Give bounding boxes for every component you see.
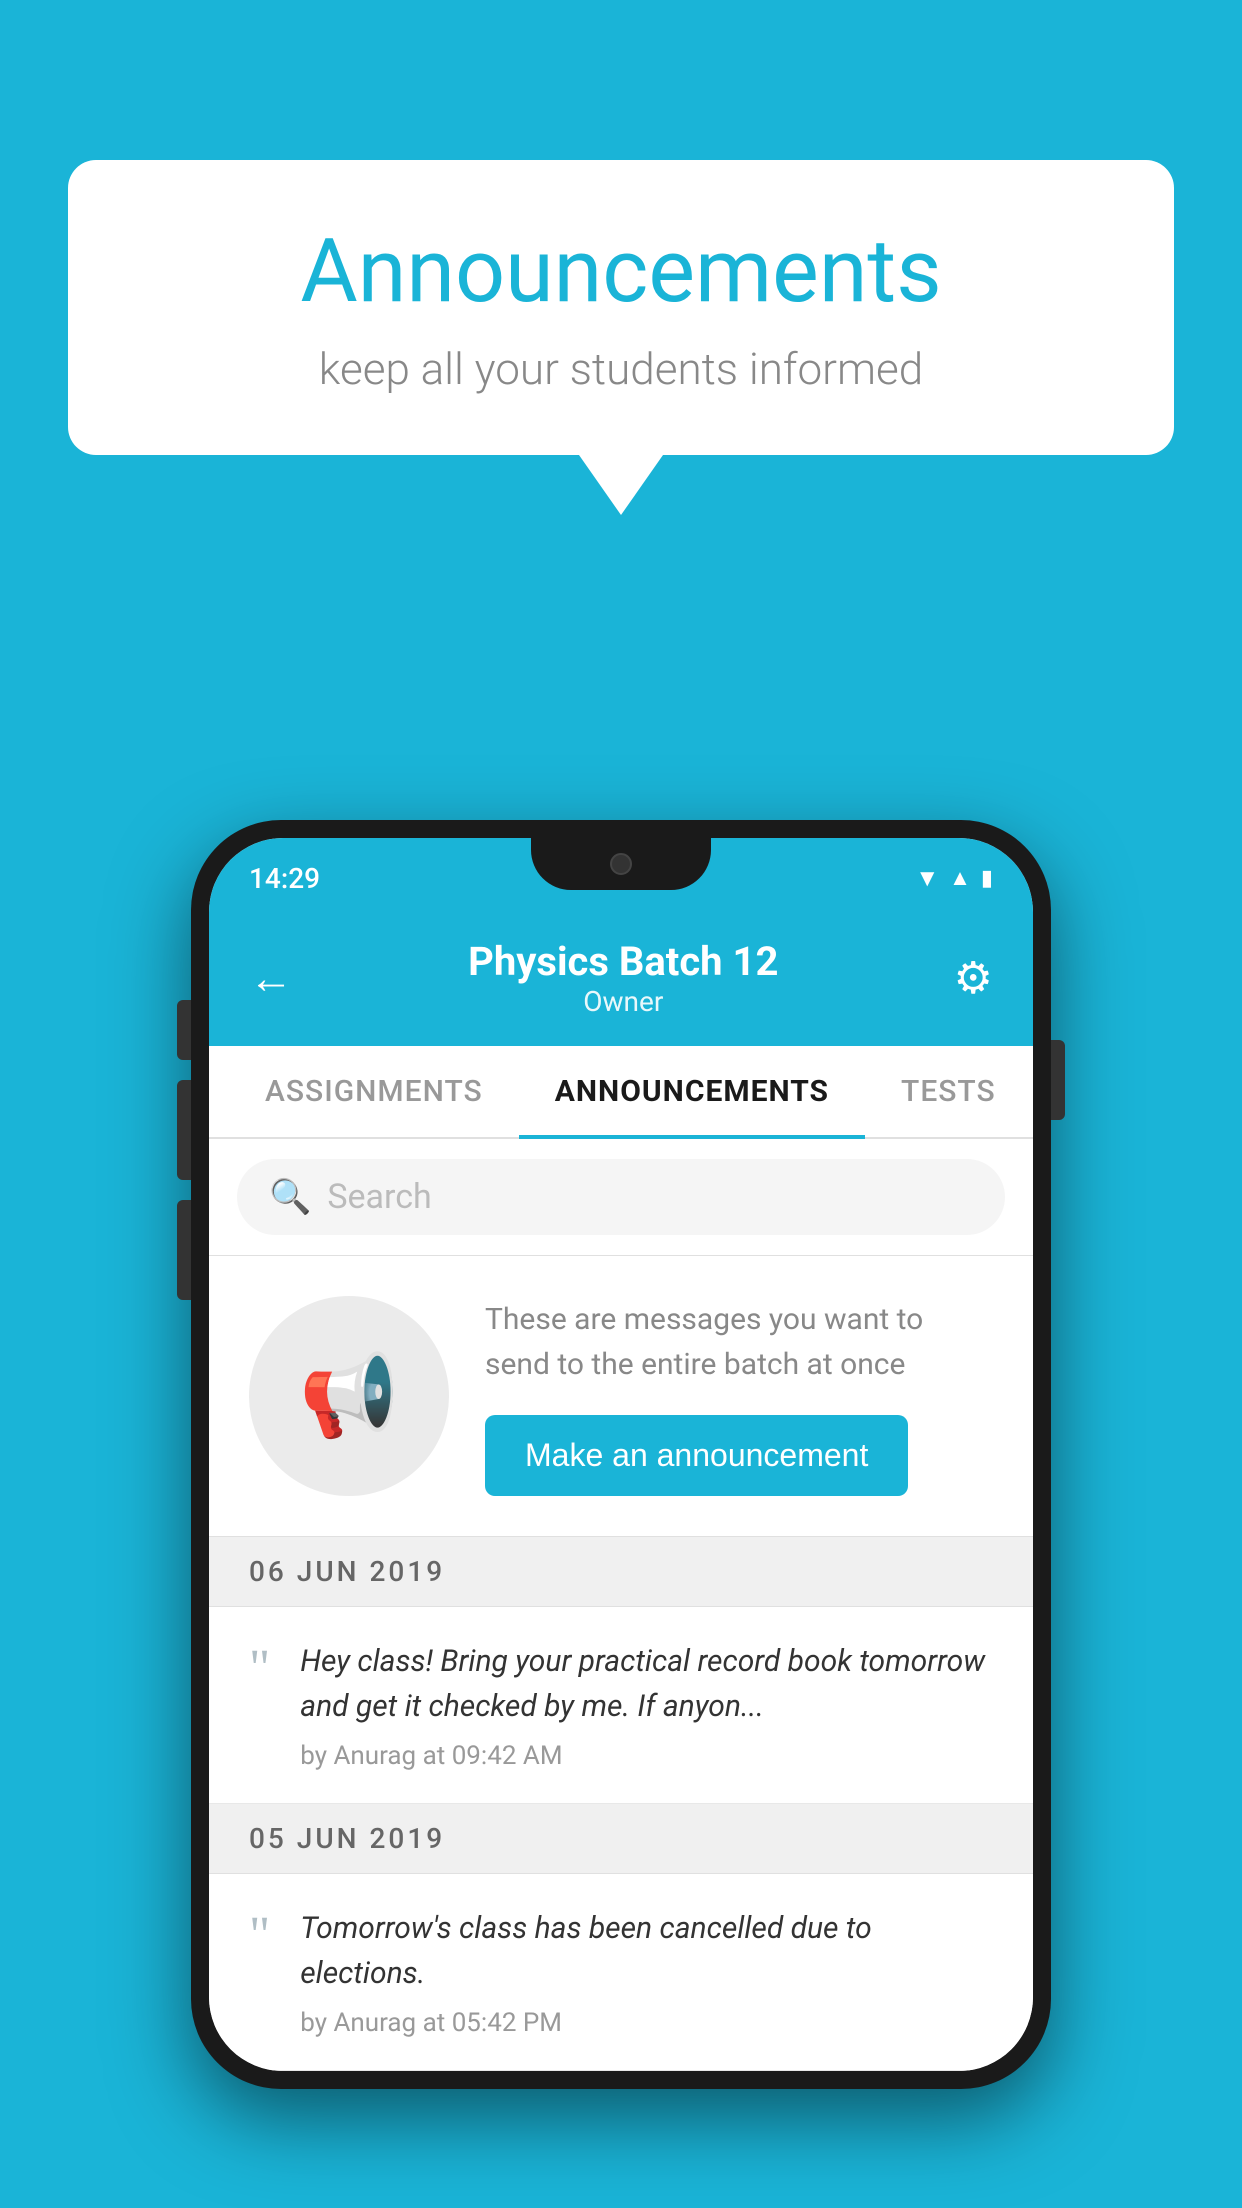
search-icon: 🔍 bbox=[269, 1177, 311, 1217]
tabs-bar: ASSIGNMENTS ANNOUNCEMENTS TESTS bbox=[209, 1046, 1033, 1139]
phone-device: 14:29 ▼ ▲ ▮ ← Physics Batch 12 Owner ⚙ bbox=[191, 820, 1051, 2089]
megaphone-icon: 📢 bbox=[299, 1349, 399, 1443]
tab-announcements[interactable]: ANNOUNCEMENTS bbox=[519, 1046, 865, 1137]
notch bbox=[531, 838, 711, 890]
announcement-content-2: Tomorrow's class has been cancelled due … bbox=[300, 1906, 993, 2038]
power-button bbox=[1051, 1040, 1065, 1120]
phone-screen: 14:29 ▼ ▲ ▮ ← Physics Batch 12 Owner ⚙ bbox=[209, 838, 1033, 2071]
settings-gear-icon[interactable]: ⚙ bbox=[954, 952, 993, 1004]
announcement-meta-2: by Anurag at 05:42 PM bbox=[300, 2008, 993, 2038]
bubble-pointer bbox=[579, 455, 663, 515]
volume-down-button bbox=[177, 1080, 191, 1180]
status-bar: 14:29 ▼ ▲ ▮ bbox=[209, 838, 1033, 918]
signal-icon: ▲ bbox=[949, 865, 971, 891]
search-container: 🔍 Search bbox=[209, 1139, 1033, 1256]
battery-icon: ▮ bbox=[981, 866, 993, 891]
batch-role: Owner bbox=[468, 985, 778, 1018]
date-divider-1: 06 JUN 2019 bbox=[209, 1537, 1033, 1607]
make-announcement-button[interactable]: Make an announcement bbox=[485, 1415, 908, 1496]
wifi-icon: ▼ bbox=[915, 864, 939, 893]
announcement-meta-1: by Anurag at 09:42 AM bbox=[300, 1741, 993, 1771]
promo-block: 📢 These are messages you want to send to… bbox=[209, 1256, 1033, 1537]
app-header: ← Physics Batch 12 Owner ⚙ bbox=[209, 918, 1033, 1046]
quote-icon-2: " bbox=[249, 1910, 270, 1962]
status-icons: ▼ ▲ ▮ bbox=[915, 864, 993, 893]
announcement-text-2: Tomorrow's class has been cancelled due … bbox=[300, 1906, 993, 1996]
megaphone-circle: 📢 bbox=[249, 1296, 449, 1496]
promo-description: These are messages you want to send to t… bbox=[485, 1297, 993, 1387]
tab-assignments[interactable]: ASSIGNMENTS bbox=[229, 1046, 519, 1137]
date-divider-2: 05 JUN 2019 bbox=[209, 1804, 1033, 1874]
search-bar[interactable]: 🔍 Search bbox=[237, 1159, 1005, 1235]
back-button[interactable]: ← bbox=[249, 952, 293, 1004]
search-placeholder: Search bbox=[327, 1177, 431, 1217]
announcement-content-1: Hey class! Bring your practical record b… bbox=[300, 1639, 993, 1771]
announcement-text-1: Hey class! Bring your practical record b… bbox=[300, 1639, 993, 1729]
volume-up-button bbox=[177, 1000, 191, 1060]
announcement-item-1[interactable]: " Hey class! Bring your practical record… bbox=[209, 1607, 1033, 1804]
speech-bubble-section: Announcements keep all your students inf… bbox=[68, 160, 1174, 515]
bubble-subtitle: keep all your students informed bbox=[148, 343, 1094, 395]
tab-tests[interactable]: TESTS bbox=[865, 1046, 1032, 1137]
header-title-block: Physics Batch 12 Owner bbox=[468, 938, 778, 1018]
front-camera bbox=[610, 853, 632, 875]
status-time: 14:29 bbox=[249, 862, 320, 895]
quote-icon-1: " bbox=[249, 1643, 270, 1695]
batch-title: Physics Batch 12 bbox=[468, 938, 778, 985]
announcement-item-2[interactable]: " Tomorrow's class has been cancelled du… bbox=[209, 1874, 1033, 2071]
speech-bubble-card: Announcements keep all your students inf… bbox=[68, 160, 1174, 455]
promo-content: These are messages you want to send to t… bbox=[485, 1297, 993, 1496]
bubble-title: Announcements bbox=[148, 220, 1094, 323]
phone-outer-shell: 14:29 ▼ ▲ ▮ ← Physics Batch 12 Owner ⚙ bbox=[191, 820, 1051, 2089]
silent-switch bbox=[177, 1200, 191, 1300]
